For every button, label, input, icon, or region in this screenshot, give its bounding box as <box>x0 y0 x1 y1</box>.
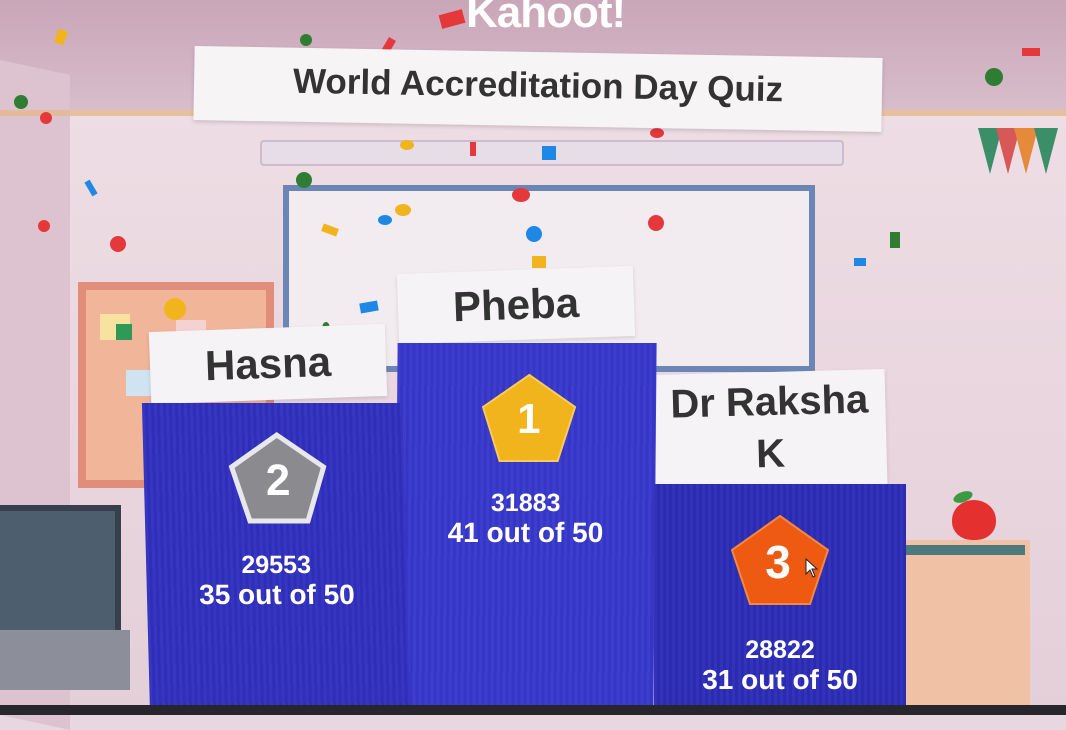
confetti-piece <box>526 226 542 242</box>
second-place-rank: 2 <box>265 456 291 505</box>
kahoot-logo: Kahoot! <box>466 0 626 37</box>
desk <box>905 540 1030 715</box>
confetti-piece <box>400 140 414 150</box>
laptop-screen <box>0 505 121 642</box>
third-place-correct-count: 31 out of 50 <box>702 664 858 695</box>
confetti-piece <box>650 128 664 138</box>
confetti-piece <box>1022 48 1040 56</box>
desk-top <box>905 545 1025 555</box>
mouse-pointer-icon <box>805 558 819 578</box>
first-place-rank: 1 <box>517 395 541 442</box>
taskbar <box>0 705 1066 715</box>
confetti-piece <box>648 215 664 231</box>
confetti-piece <box>512 188 530 202</box>
bunting-flag <box>1034 128 1058 174</box>
confetti-piece <box>542 146 556 160</box>
confetti-piece <box>854 258 866 266</box>
first-place-podium: 1 31883 41 out of 50 <box>394 343 657 715</box>
quiz-title-card: World Accreditation Day Quiz <box>193 46 883 132</box>
quiz-title: World Accreditation Day Quiz <box>292 61 784 110</box>
confetti-piece <box>14 95 28 109</box>
confetti-piece <box>890 232 900 248</box>
second-place-score: 29553 <box>241 551 312 579</box>
first-place-name: Pheba <box>396 265 636 345</box>
pentagon-badge-icon: 1 <box>481 373 577 462</box>
confetti-piece <box>395 204 411 216</box>
pentagon-badge-icon: 2 <box>228 431 327 524</box>
confetti-piece <box>38 220 50 232</box>
confetti-piece <box>164 298 186 320</box>
first-place-correct-count: 41 out of 50 <box>447 517 604 548</box>
laptop-keyboard <box>0 630 130 690</box>
third-place-rank: 3 <box>765 536 791 588</box>
confetti-piece <box>110 236 126 252</box>
second-place-podium: 2 29553 35 out of 50 <box>141 403 411 715</box>
confetti-piece <box>40 112 52 124</box>
confetti-piece <box>296 172 312 188</box>
confetti-piece <box>985 68 1003 86</box>
confetti-piece <box>532 256 546 268</box>
confetti-piece <box>300 34 312 46</box>
confetti-piece <box>116 324 132 340</box>
confetti-piece <box>378 215 392 225</box>
second-place-name: Hasna <box>148 323 388 405</box>
third-place-name: Dr Raksha K <box>652 368 888 492</box>
apple-icon <box>952 500 996 540</box>
confetti-piece <box>470 142 476 156</box>
first-place-score: 31883 <box>490 489 561 517</box>
second-place-correct-count: 35 out of 50 <box>198 579 356 610</box>
third-place-score: 28822 <box>745 636 815 664</box>
third-place-podium: 3 28822 31 out of 50 <box>654 484 906 715</box>
